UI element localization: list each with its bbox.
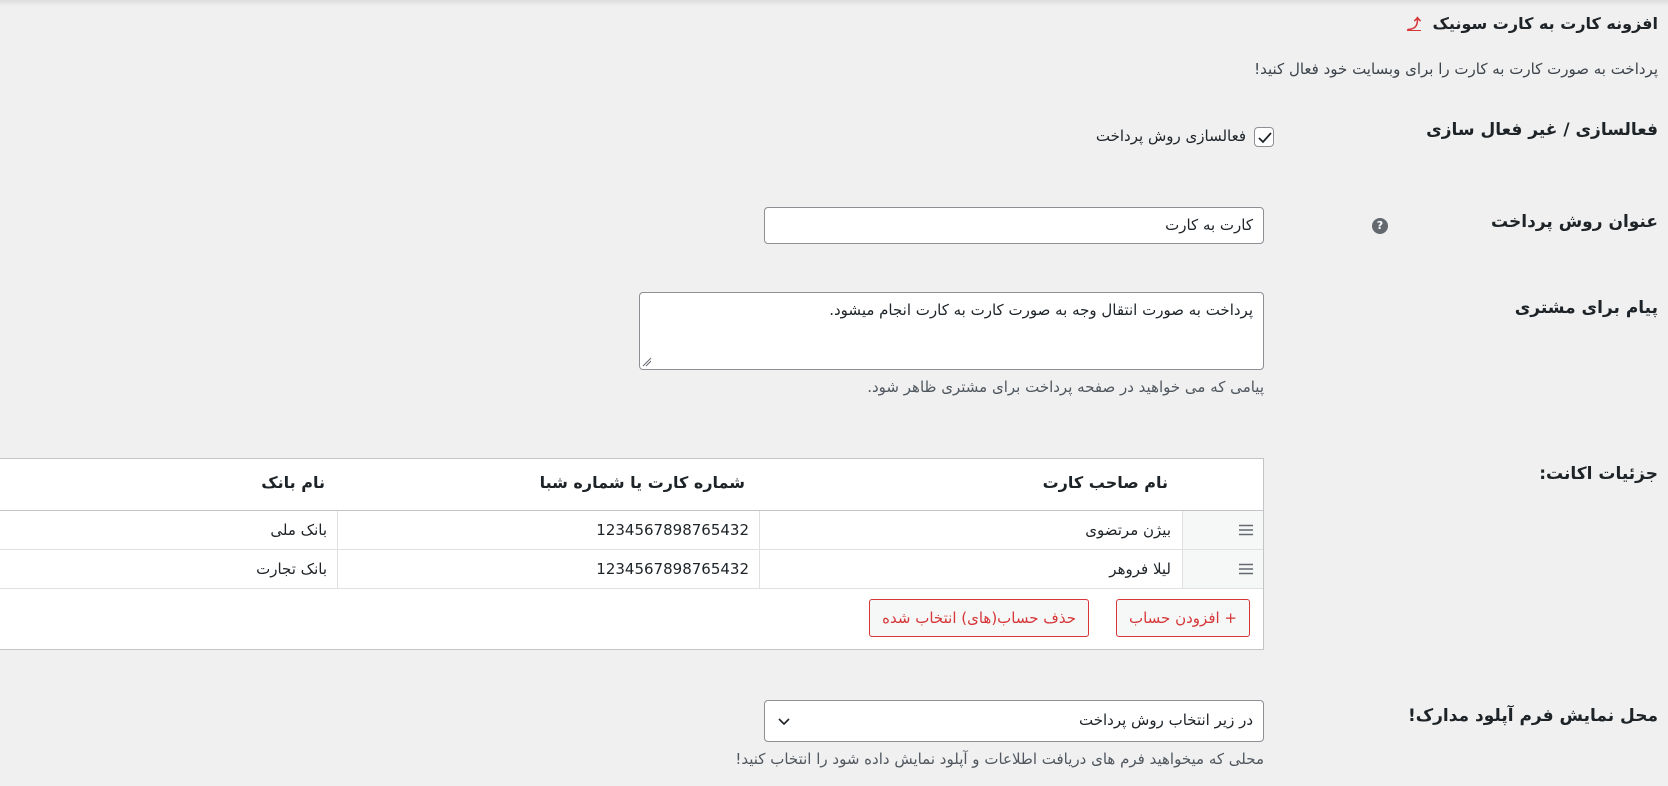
payment-title-input[interactable]: کارت به کارت xyxy=(764,207,1264,244)
upload-location-select[interactable]: در زیر انتخاب روش پرداخت xyxy=(764,700,1264,742)
column-header-bank: نام بانک xyxy=(261,473,325,492)
customer-message-hint: پیامی که می خواهید در صفحه پرداخت برای م… xyxy=(867,378,1264,396)
payment-title-label: عنوان روش پرداخت xyxy=(1491,212,1658,232)
section-title-text: افزونه کارت به کارت سونیک xyxy=(1432,14,1658,33)
enable-label: فعالسازی / غیر فعال سازی xyxy=(1426,120,1658,140)
drag-handle-icon xyxy=(1239,524,1253,536)
section-description: پرداخت به صورت کارت به کارت را برای وبسا… xyxy=(1254,60,1658,78)
help-icon[interactable]: ? xyxy=(1372,218,1388,234)
section-title: افزونه کارت به کارت سونیک ⤴ xyxy=(1407,14,1658,34)
drag-handle[interactable] xyxy=(1183,550,1263,588)
remove-accounts-button[interactable]: حذف حساب(های) انتخاب شده xyxy=(869,599,1089,637)
column-header-number: شماره کارت یا شماره شبا xyxy=(539,473,745,492)
enable-checkbox[interactable] xyxy=(1254,127,1274,147)
drag-handle[interactable] xyxy=(1183,511,1263,549)
account-details-label: جزئیات اکانت: xyxy=(1539,464,1658,484)
checkmark-icon xyxy=(1258,132,1272,144)
bank-cell[interactable]: بانک ملی xyxy=(270,511,327,549)
column-header-holder: نام صاحب کارت xyxy=(1042,473,1168,492)
enable-checkbox-label[interactable]: فعالسازی روش پرداخت xyxy=(1096,127,1246,145)
chevron-down-icon xyxy=(778,718,790,726)
accounts-table-header: نام صاحب کارت شماره کارت یا شماره شبا نا… xyxy=(0,459,1263,511)
holder-cell[interactable]: بیژن مرتضوی xyxy=(1085,511,1171,549)
drag-handle-icon xyxy=(1239,563,1253,575)
upload-location-label: محل نمایش فرم آپلود مدارک! xyxy=(1407,706,1658,726)
number-cell[interactable]: 1234567898765432 xyxy=(596,550,749,588)
accounts-table: نام صاحب کارت شماره کارت یا شماره شبا نا… xyxy=(0,458,1264,650)
number-cell[interactable]: 1234567898765432 xyxy=(596,511,749,549)
add-account-button[interactable]: + افزودن حساب xyxy=(1115,599,1250,637)
top-shadow xyxy=(0,0,1668,6)
customer-message-text: پرداخت به صورت انتقال وجه به صورت کارت ب… xyxy=(829,301,1253,319)
customer-message-textarea[interactable]: پرداخت به صورت انتقال وجه به صورت کارت ب… xyxy=(639,292,1264,370)
upload-location-hint: محلی که میخواهید فرم های دریافت اطلاعات … xyxy=(735,750,1264,768)
resize-grip-icon[interactable] xyxy=(642,357,652,367)
table-row[interactable]: لیلا فروهر 1234567898765432 بانک تجارت xyxy=(0,550,1263,589)
customer-message-label: پیام برای مشتری xyxy=(1514,298,1658,318)
bank-cell[interactable]: بانک تجارت xyxy=(256,550,327,588)
upload-location-value: در زیر انتخاب روش پرداخت xyxy=(1078,711,1253,729)
table-row[interactable]: بیژن مرتضوی 1234567898765432 بانک ملی xyxy=(0,511,1263,550)
holder-cell[interactable]: لیلا فروهر xyxy=(1109,550,1171,588)
up-arrow-icon[interactable]: ⤴ xyxy=(1407,17,1421,33)
